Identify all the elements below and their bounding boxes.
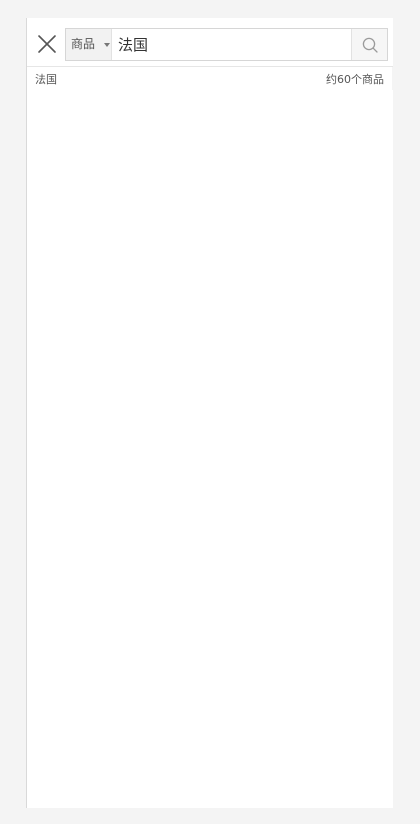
close-icon: [38, 35, 56, 53]
result-count: 约60个商品: [326, 73, 384, 86]
search-input[interactable]: [113, 29, 353, 60]
result-query: 法国: [35, 73, 57, 86]
result-list: [27, 90, 393, 808]
search-icon: [362, 37, 378, 53]
close-button[interactable]: [35, 32, 59, 56]
result-summary: 法国 约60个商品: [27, 70, 393, 88]
chevron-down-icon: [104, 43, 110, 47]
category-select[interactable]: 商品: [66, 29, 112, 60]
category-label: 商品: [71, 37, 96, 51]
search-header: 商品: [27, 18, 393, 67]
search-results-panel: 商品 法国 约60个商品: [26, 18, 393, 808]
search-button[interactable]: [351, 29, 387, 60]
search-box: 商品: [65, 28, 388, 61]
